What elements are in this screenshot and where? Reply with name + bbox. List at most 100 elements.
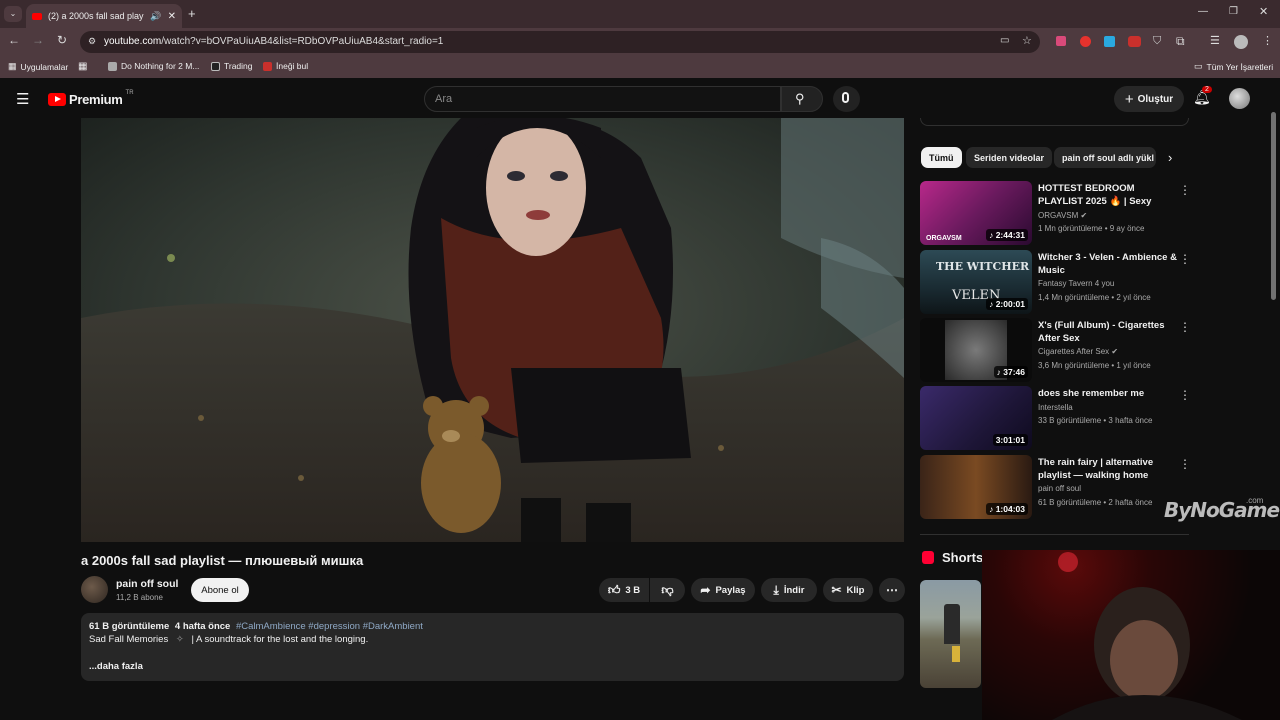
clip-button[interactable]: ✂ Klip <box>823 578 873 602</box>
more-actions-button[interactable]: ⋯ <box>879 578 905 602</box>
recommendation-meta: 1,4 Mn görüntüleme • 2 yıl önce <box>1038 293 1151 302</box>
item-menu-icon[interactable]: ⋮ <box>1179 320 1191 334</box>
hamburger-menu-icon[interactable]: ☰ <box>16 90 29 108</box>
download-button[interactable]: ⤓ İndir <box>761 578 817 602</box>
recommendation-item[interactable]: 3:01:01 does she remember me Interstella… <box>920 386 1191 450</box>
item-menu-icon[interactable]: ⋮ <box>1179 388 1191 402</box>
cast-icon[interactable]: ▭ <box>1000 35 1009 46</box>
search-icon: ⚲ <box>795 91 805 106</box>
page-scrollbar[interactable] <box>1271 112 1276 300</box>
video-thumbnail[interactable]: THE WITCHER VELEN ♪ 2:00:01 <box>920 250 1032 314</box>
item-menu-icon[interactable]: ⋮ <box>1179 457 1191 471</box>
search-button[interactable]: ⚲ <box>781 86 823 112</box>
back-icon[interactable]: ← <box>6 33 22 47</box>
recommendation-item[interactable]: ORGAVSM ♪ 2:44:31 HOTTEST BEDROOM PLAYLI… <box>920 181 1191 245</box>
item-menu-icon[interactable]: ⋮ <box>1179 252 1191 266</box>
description-text: Sad Fall Memories ✧ | A soundtrack for t… <box>89 633 896 646</box>
site-info-icon[interactable]: ⚙ <box>88 36 96 47</box>
shorts-icon <box>922 551 934 564</box>
address-bar[interactable]: ⚙ youtube.com/watch?v=bOVPaUiuAB4&list=R… <box>80 31 1040 53</box>
recommendation-item[interactable]: THE WITCHER VELEN ♪ 2:00:01 Witcher 3 - … <box>920 250 1191 314</box>
recommendation-meta: 61 B görüntüleme • 2 hafta önce <box>1038 498 1153 507</box>
video-thumbnail[interactable]: ORGAVSM ♪ 2:44:31 <box>920 181 1032 245</box>
channel-avatar[interactable] <box>81 576 108 603</box>
extension-tradingview-icon[interactable] <box>1104 36 1115 47</box>
create-button[interactable]: + Oluştur <box>1114 86 1184 112</box>
restore-icon[interactable]: ❐ <box>1229 6 1238 17</box>
notifications-button[interactable]: 🔔︎ 2 <box>1193 86 1212 107</box>
recommendation-meta: 1 Mn görüntüleme • 9 ay önce <box>1038 224 1145 233</box>
share-label: Paylaş <box>715 584 746 596</box>
chips-next-icon[interactable]: › <box>1168 150 1172 165</box>
description-box[interactable]: 61 B görüntüleme 4 hafta önce #CalmAmbie… <box>81 613 904 681</box>
subscriber-count: 11,2 B abone <box>116 593 164 602</box>
bookmark-star-icon[interactable]: ☆ <box>1022 34 1032 47</box>
tradingview-icon <box>211 61 220 71</box>
thumbnail-brand-text: ORGAVSM <box>926 235 962 242</box>
search-input[interactable]: Ara <box>424 86 781 112</box>
profile-avatar[interactable] <box>1234 35 1248 49</box>
channel-name[interactable]: pain off soul <box>116 578 178 590</box>
duration-text: 37:46 <box>1003 367 1025 377</box>
shorts-section-title: Shorts <box>942 550 984 565</box>
recommendation-channel: ORGAVSM ✔︎ <box>1038 211 1087 220</box>
create-label: Oluştur <box>1137 93 1174 105</box>
tab-close-icon[interactable]: ✕ <box>168 11 176 22</box>
youtube-logo[interactable]: Premium TR <box>48 90 134 107</box>
browser-tab-bar: ⌄ (2) a 2000s fall sad playlist - 🔊 ✕ + … <box>0 0 1280 28</box>
browser-menu-icon[interactable]: ⋮ <box>1262 34 1273 47</box>
extension-badge-icon[interactable] <box>1128 36 1141 47</box>
chip-all[interactable]: Tümü <box>921 147 962 168</box>
item-menu-icon[interactable]: ⋮ <box>1179 183 1191 197</box>
duration-badge: ♪ 2:00:01 <box>986 298 1028 310</box>
bookmark-label: Uygulamalar <box>20 61 69 72</box>
share-button[interactable]: ➦ Paylaş <box>691 578 755 602</box>
recommendation-item[interactable]: ♪ 37:46 X's (Full Album) - Cigarettes Af… <box>920 318 1191 382</box>
recommendation-channel: pain off soul <box>1038 484 1081 493</box>
bookmark-do-nothing[interactable]: Do Nothing for 2 M... <box>108 61 199 71</box>
recommendation-meta: 3,6 Mn görüntüleme • 1 yıl önce <box>1038 361 1151 370</box>
all-bookmarks[interactable]: ▭ Tüm Yer İşaretleri <box>1194 61 1273 72</box>
show-more-link[interactable]: ...daha fazla <box>89 660 896 673</box>
recommendation-title: Witcher 3 - Velen - Ambience & Music <box>1038 252 1177 276</box>
like-button[interactable]: 👍︎ 3 B <box>599 578 649 602</box>
extension-shield-icon[interactable]: ⛉ <box>1153 35 1161 48</box>
account-avatar[interactable] <box>1229 88 1250 109</box>
voice-search-button[interactable] <box>833 86 860 112</box>
extension-pen-icon[interactable] <box>1056 36 1066 46</box>
bookmark-inegi-bul[interactable]: İneği bul <box>263 61 308 71</box>
bookmark-favicon-icon <box>108 61 117 71</box>
short-thumbnail[interactable] <box>920 580 981 688</box>
minimize-icon[interactable]: — <box>1198 6 1208 17</box>
browser-tab[interactable]: (2) a 2000s fall sad playlist - 🔊 ✕ <box>26 4 182 28</box>
bookmark-apps[interactable]: ▦ Uygulamalar <box>8 61 68 72</box>
window-close-icon[interactable]: ✕ <box>1259 5 1268 18</box>
chip-channel-uploads[interactable]: pain off soul adlı yükl <box>1054 147 1156 168</box>
bookmark-grid[interactable]: ▦ <box>78 61 87 72</box>
reading-list-icon[interactable]: ☰ <box>1210 34 1220 47</box>
hashtags[interactable]: #CalmAmbience #depression #DarkAmbient <box>236 621 423 632</box>
recommendation-item[interactable]: ♪ 1:04:03 The rain fairy | alternative p… <box>920 455 1191 519</box>
subscribe-button[interactable]: Abone ol <box>191 578 249 602</box>
video-player[interactable] <box>81 118 904 542</box>
tab-search-icon[interactable]: ⌄ <box>4 6 22 22</box>
folder-icon: ▭ <box>1194 61 1203 71</box>
video-thumbnail[interactable]: ♪ 37:46 <box>920 318 1032 382</box>
video-thumbnail[interactable]: 3:01:01 <box>920 386 1032 450</box>
forward-icon[interactable]: → <box>30 33 46 47</box>
view-count: 61 B görüntüleme <box>89 621 170 632</box>
all-bookmarks-label: Tüm Yer İşaretleri <box>1206 61 1274 72</box>
new-tab-button[interactable]: + <box>188 6 196 21</box>
reload-icon[interactable]: ↻ <box>54 33 70 47</box>
extensions-puzzle-icon[interactable]: ⧉ <box>1176 34 1185 49</box>
bookmark-trading[interactable]: Trading <box>211 61 253 71</box>
bookmark-label: Trading <box>224 61 253 71</box>
extension-red-icon[interactable] <box>1080 36 1091 47</box>
chip-series[interactable]: Seriden videolar <box>966 147 1053 168</box>
thumbs-down-icon: 👎︎ <box>661 582 674 597</box>
dislike-button[interactable]: 👎︎ <box>650 578 685 602</box>
tab-title: (2) a 2000s fall sad playlist - <box>48 11 144 21</box>
audio-playing-icon[interactable]: 🔊 <box>150 11 161 22</box>
video-thumbnail[interactable]: ♪ 1:04:03 <box>920 455 1032 519</box>
recommendation-channel: Fantasy Tavern 4 you <box>1038 279 1115 288</box>
